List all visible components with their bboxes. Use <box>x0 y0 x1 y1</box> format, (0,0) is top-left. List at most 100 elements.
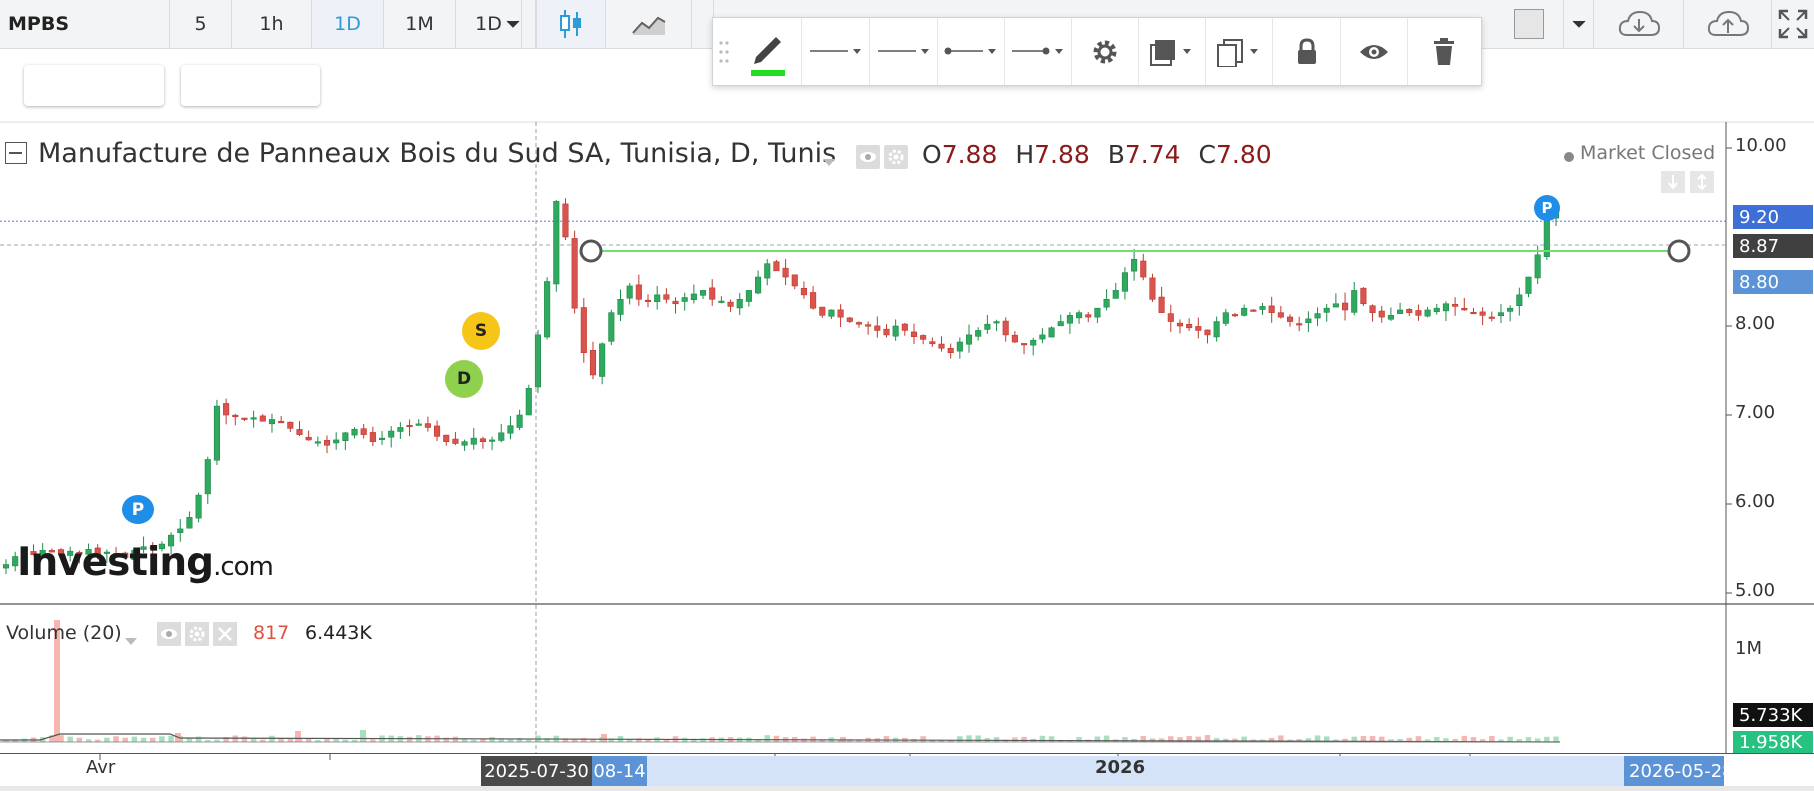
candle-body <box>690 293 697 301</box>
event-marker-s[interactable]: S <box>462 312 500 350</box>
candle-body <box>745 290 752 302</box>
gear-icon[interactable] <box>185 622 209 646</box>
open-label: O <box>922 140 942 169</box>
chevron-down-icon[interactable] <box>124 631 138 650</box>
candle-body <box>1268 305 1275 313</box>
volume-spike <box>360 730 366 742</box>
volume-bar <box>406 736 413 742</box>
candle-body <box>819 306 826 316</box>
candle-body <box>177 528 184 533</box>
current-price-label: 9.20 <box>1733 205 1813 229</box>
market-status-dot <box>1564 152 1574 162</box>
event-marker-p-recent[interactable]: P <box>1534 195 1560 221</box>
candle-body <box>186 517 193 529</box>
candle-body <box>323 440 331 446</box>
volume-bar <box>1048 736 1055 742</box>
volume-bar <box>195 736 202 742</box>
candle-body <box>1397 309 1404 314</box>
candle-body <box>1066 315 1073 324</box>
candle-body <box>984 323 991 330</box>
candle-body <box>1488 316 1495 319</box>
candle-body <box>635 284 642 300</box>
high-value: 7.88 <box>1034 140 1090 169</box>
candle-body <box>1186 324 1193 329</box>
candle-body <box>782 267 789 278</box>
candle-body <box>369 432 376 443</box>
volume-bar <box>159 736 165 742</box>
candle-body <box>892 325 899 337</box>
line-start-icon[interactable] <box>938 18 1005 85</box>
candle-body <box>268 419 276 425</box>
candle-body <box>1094 307 1101 318</box>
candle-body <box>1222 312 1229 324</box>
layers-icon[interactable] <box>1139 18 1206 85</box>
trend-line-handle-start <box>579 239 603 263</box>
candle-body <box>617 298 624 315</box>
collapse-legend-icon[interactable] <box>5 142 27 164</box>
pencil-icon[interactable] <box>735 18 802 85</box>
trend-line-handle-end <box>1667 239 1691 263</box>
time-axis-line <box>0 753 1814 754</box>
close-icon[interactable] <box>213 622 237 646</box>
line-end-icon[interactable] <box>1005 18 1072 85</box>
volume-bar <box>76 737 83 742</box>
volume-bar <box>1525 737 1532 742</box>
candle-body <box>1342 302 1349 311</box>
candle-body <box>378 437 386 440</box>
candle-body <box>956 341 963 352</box>
volume-bar <box>113 736 119 742</box>
line-width-icon[interactable] <box>870 18 938 85</box>
line-style-icon[interactable] <box>802 18 870 85</box>
candle-body <box>672 300 679 305</box>
candle-body <box>1497 312 1505 316</box>
volume-tick-1m: 1M <box>1735 638 1762 659</box>
gear-icon-svg <box>189 626 205 642</box>
drawing-toolbar <box>712 17 1482 86</box>
candle-body <box>764 263 771 279</box>
volume-bar <box>1507 736 1513 742</box>
gear-icon[interactable] <box>884 145 908 169</box>
visibility-icon[interactable] <box>1341 18 1408 85</box>
time-scrollbar[interactable] <box>0 786 1814 791</box>
chevron-down-icon[interactable] <box>822 152 836 171</box>
volume-bar <box>67 736 73 742</box>
candle-body <box>654 294 661 302</box>
expand-vertical-icon[interactable] <box>1690 171 1714 193</box>
settings-icon[interactable] <box>1072 18 1139 85</box>
eye-icon[interactable] <box>157 622 181 646</box>
selected-range-band[interactable] <box>590 756 1724 786</box>
delete-icon[interactable] <box>1408 18 1479 85</box>
candle-body <box>828 309 835 317</box>
volume-bar <box>1021 736 1027 742</box>
chevron-down-icon-svg <box>823 159 835 166</box>
event-marker-p[interactable]: P <box>122 495 154 524</box>
drag-handle-icon[interactable] <box>713 18 735 85</box>
price-tick-8: 8.00 <box>1735 313 1776 334</box>
candle-body <box>1167 313 1174 322</box>
candle-body <box>424 423 431 428</box>
candle-body <box>1241 307 1248 316</box>
event-marker-d[interactable]: D <box>445 360 483 398</box>
line-style-icon-svg <box>809 48 861 54</box>
scroll-down-icon[interactable] <box>1661 171 1685 193</box>
candle-body <box>342 432 349 441</box>
copy-icon[interactable] <box>1206 18 1273 85</box>
volume-bar <box>278 738 284 742</box>
candles <box>2 198 1560 575</box>
lock-icon[interactable] <box>1273 18 1341 85</box>
candle-body <box>1030 339 1037 346</box>
ohlc-readout: O7.88 H7.88 B7.74 C7.80 <box>922 140 1272 169</box>
candle-body <box>415 423 422 426</box>
price-chart[interactable] <box>0 0 1814 791</box>
volume-bar <box>131 736 138 742</box>
eye-icon[interactable] <box>856 145 880 169</box>
candle-body <box>296 429 303 435</box>
volume-title: Volume (20) <box>6 622 122 644</box>
eye-icon-svg <box>161 629 177 639</box>
candle-body <box>874 325 881 331</box>
candle-body <box>1231 314 1239 317</box>
candle-body <box>544 281 551 338</box>
candle-body <box>1048 327 1055 338</box>
candle-body <box>1140 260 1147 278</box>
line-end-icon-svg <box>1012 47 1063 54</box>
